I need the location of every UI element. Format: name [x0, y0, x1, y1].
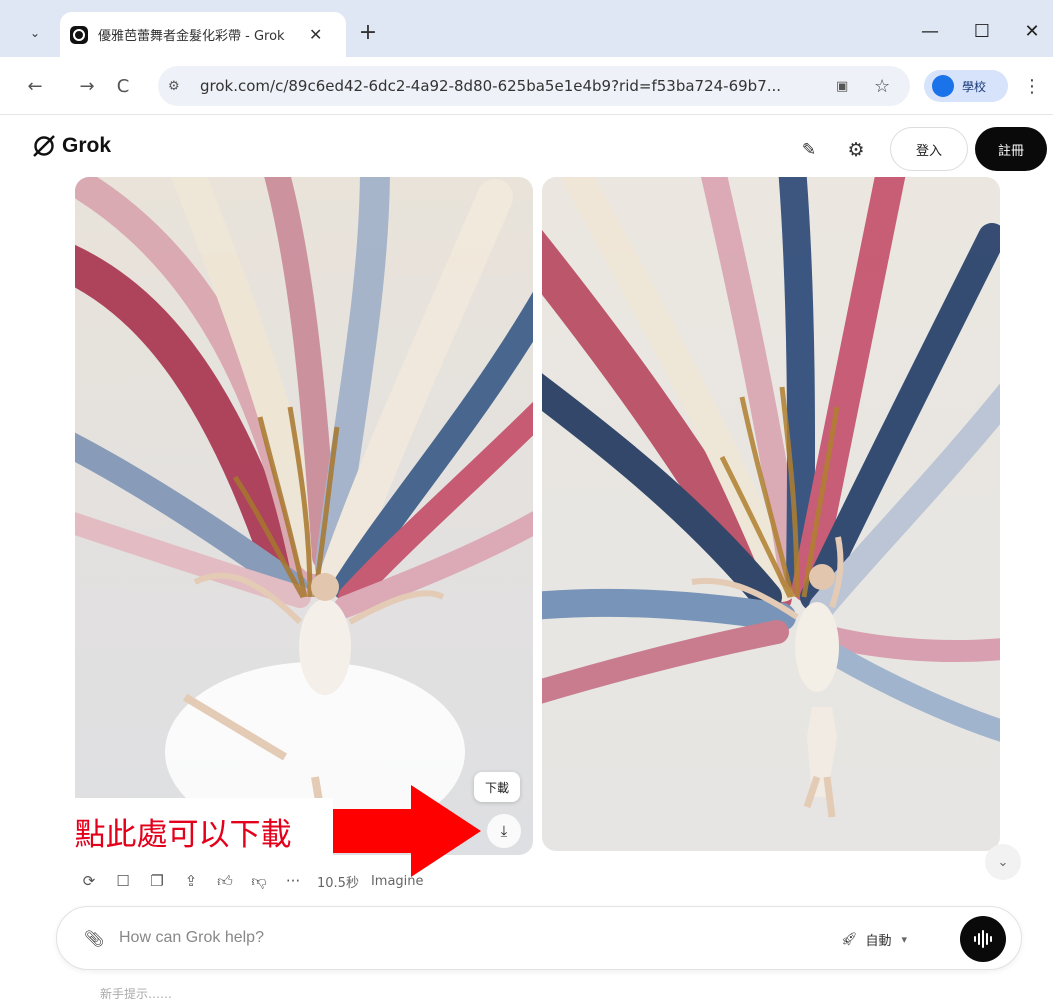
tab-close-icon[interactable]: ✕: [309, 25, 322, 44]
annotation-arrow-icon: [333, 785, 481, 877]
url-text[interactable]: grok.com/c/89c6ed42-6dc2-4a92-8d80-625ba…: [200, 77, 828, 95]
download-icon: ⤓: [500, 822, 508, 840]
new-chat-edit-icon[interactable]: ✎: [795, 136, 823, 164]
bookmark-star-icon[interactable]: ☆: [874, 76, 900, 97]
settings-gear-icon[interactable]: ⚙: [842, 136, 870, 164]
browser-menu-button[interactable]: ⋮: [1020, 73, 1044, 99]
login-button[interactable]: 登入: [890, 127, 968, 171]
footer-hint: 新手提示……: [100, 987, 173, 1001]
grok-favicon-icon: [70, 25, 88, 44]
voice-mode-button[interactable]: [960, 916, 1006, 962]
browser-tab-active[interactable]: 優雅芭蕾舞者金髮化彩帶 - Grok ✕: [60, 12, 346, 57]
chevron-down-icon: ▾: [901, 932, 908, 946]
copy-icon[interactable]: ❐: [143, 867, 171, 895]
chevron-down-icon: ⌄: [29, 26, 41, 40]
thumbs-down-icon[interactable]: 👎︎: [245, 867, 273, 895]
more-options-icon[interactable]: ···: [279, 867, 307, 895]
minimize-button[interactable]: —: [910, 16, 950, 46]
chat-composer: 📎︎ 🚀︎ 自動 ▾: [56, 906, 1022, 970]
signup-button[interactable]: 註冊: [975, 127, 1047, 171]
profile-name: 學校: [962, 79, 987, 94]
profile-button[interactable]: 學校: [924, 70, 1008, 102]
logo-text: Grok: [62, 134, 112, 157]
grok-logo-icon: [33, 135, 55, 157]
response-action-row: ⟳ ☐ ❐ ⇪ 👍︎ 👎︎ ··· 10.5秒 Imagine: [75, 867, 424, 895]
tab-list-button[interactable]: ⌄: [18, 18, 52, 48]
window-close-button[interactable]: ✕: [1012, 16, 1052, 46]
thumbs-up-icon[interactable]: 👍︎: [211, 867, 239, 895]
ballerina-ribbons-image-1: [75, 177, 533, 855]
avatar: [932, 75, 954, 97]
scroll-down-button[interactable]: ⌄: [985, 844, 1021, 880]
comment-icon[interactable]: ☐: [109, 867, 137, 895]
grok-logo[interactable]: Grok: [32, 134, 111, 158]
translate-icon[interactable]: ▣: [836, 79, 860, 94]
chat-input[interactable]: [119, 923, 679, 953]
generated-image-1[interactable]: [75, 177, 533, 855]
chevron-down-icon: ⌄: [997, 854, 1009, 870]
annotation-label: 點此處可以下載: [33, 798, 333, 864]
share-icon[interactable]: ⇪: [177, 867, 205, 895]
browser-tab-bar: ⌄ 優雅芭蕾舞者金髮化彩帶 - Grok ✕ + — ☐ ✕: [0, 0, 1053, 57]
model-label: Imagine: [370, 873, 424, 889]
waveform-icon: [974, 930, 992, 948]
generation-time: 10.5秒: [317, 875, 359, 891]
browser-toolbar: ← → C ⚙ grok.com/c/89c6ed42-6dc2-4a92-8d…: [0, 57, 1053, 115]
rocket-icon: 🚀︎: [841, 931, 858, 947]
address-bar[interactable]: ⚙ grok.com/c/89c6ed42-6dc2-4a92-8d80-625…: [158, 66, 910, 106]
tab-title: 優雅芭蕾舞者金髮化彩帶 - Grok: [98, 29, 285, 44]
regenerate-icon[interactable]: ⟳: [75, 867, 103, 895]
download-button[interactable]: ⤓: [487, 814, 521, 848]
paperclip-icon[interactable]: 📎︎: [81, 925, 107, 951]
generated-image-2[interactable]: [542, 177, 1000, 851]
reload-button[interactable]: C: [108, 71, 138, 101]
back-button[interactable]: ←: [20, 71, 50, 101]
new-tab-button[interactable]: +: [354, 18, 382, 46]
mode-selector[interactable]: 🚀︎ 自動 ▾: [841, 925, 907, 953]
mode-value: 自動: [865, 933, 892, 949]
forward-button[interactable]: →: [72, 71, 102, 101]
ballerina-ribbons-image-2: [542, 177, 1000, 851]
maximize-button[interactable]: ☐: [962, 16, 1002, 46]
site-info-icon[interactable]: ⚙: [168, 79, 188, 94]
